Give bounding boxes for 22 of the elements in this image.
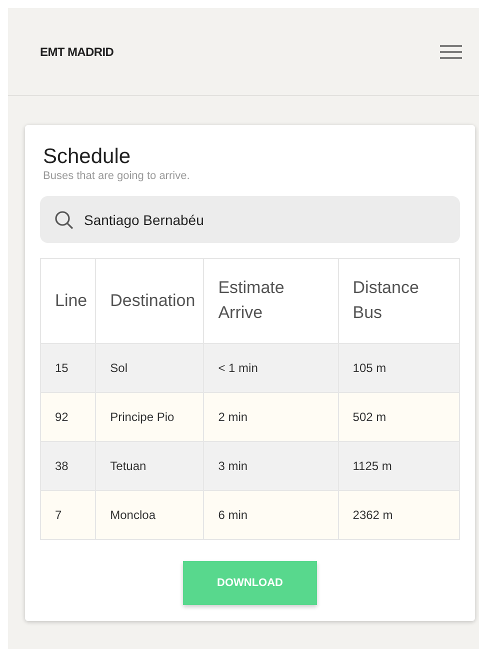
table-cell: 6 min: [204, 490, 338, 540]
menu-icon[interactable]: [439, 44, 463, 58]
table-cell: Sol: [96, 344, 204, 392]
table-cell: Moncloa: [96, 490, 204, 540]
table-cell: 105 m: [338, 344, 460, 392]
table-cell: Tetuan: [96, 442, 204, 490]
table-cell: < 1 min: [204, 344, 338, 392]
table-cell: 92: [40, 392, 96, 442]
table-cell: 7: [40, 490, 96, 540]
table-cell: 1125 m: [338, 442, 460, 490]
table-cell: Principe Pio: [96, 392, 204, 442]
card-subtitle: Buses that are going to arrive.: [43, 170, 191, 182]
brand-title: EMT MADRID: [40, 44, 114, 58]
table-cell: 38: [40, 442, 96, 490]
table-cell: 502 m: [338, 392, 460, 442]
card-title: Schedule: [43, 145, 132, 169]
table-cell: 15: [40, 344, 96, 392]
search-field[interactable]: Santiago Bernabéu: [40, 196, 460, 243]
column-header: Line: [40, 258, 96, 344]
table-cell: 2362 m: [338, 490, 460, 540]
table-cell: 2 min: [204, 392, 338, 442]
table-cell: 3 min: [204, 442, 338, 490]
